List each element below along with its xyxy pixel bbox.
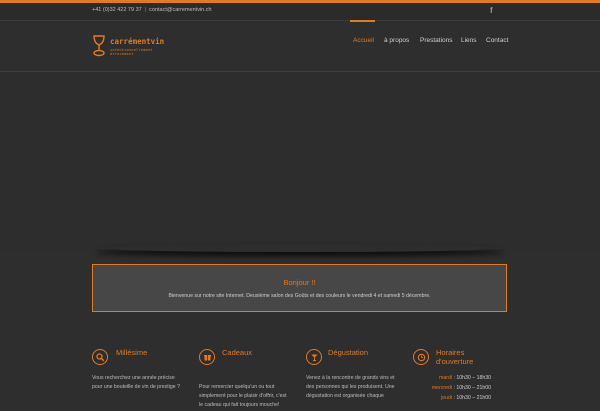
hero-shadow <box>95 244 505 252</box>
feature-text-line: pour une bouteille de vin de prestige ? <box>92 384 180 391</box>
hours-time: 10h30 – 18h30 <box>456 375 491 381</box>
feature-text-line: des personnes qui les produisent. Une <box>306 384 395 391</box>
contact-info: +41 (0)32 422 79 37 | contact@carrementvin… <box>92 7 212 13</box>
opening-hours: mardi : 10h30 – 18h30 mercredi : 10h30 –… <box>413 373 491 403</box>
header: carrémentvin intentionnellement Atroceme… <box>0 20 600 72</box>
hours-day: jeudi <box>441 395 453 401</box>
hero-area <box>0 72 600 250</box>
feature-text: Venez à la rencontre de grands vins et d… <box>306 374 411 402</box>
hours-day: mardi <box>439 375 453 381</box>
main-nav: Accueil à propos Prestations Liens Conta… <box>0 20 600 71</box>
email-link[interactable]: contact@carrementvin.ch <box>149 7 211 13</box>
feature-title: Horaires d'ouverture <box>436 348 473 366</box>
nav-item-contact[interactable]: Contact <box>486 37 508 44</box>
hours-row: mercredi : 10h30 – 21h00 <box>431 385 491 391</box>
feature-text-line: dégustation est organisée chaque <box>306 393 384 400</box>
hours-day: mercredi <box>431 385 453 391</box>
feature-title: Cadeaux <box>222 348 253 357</box>
feature-text-line: le cadeau qui fait toujours mouche! <box>199 402 280 409</box>
top-bar: +41 (0)32 422 79 37 | contact@carrementvin… <box>0 3 600 21</box>
facebook-icon[interactable]: f <box>490 6 493 15</box>
feature-title-line: Horaires <box>436 348 465 357</box>
feature-text-line: simplement pour le plaisir d'offrir, c'e… <box>199 393 287 400</box>
hours-row: mardi : 10h30 – 18h30 <box>439 375 491 381</box>
feature-text: Vous recherchez une année précise pour u… <box>92 374 197 392</box>
separator: | <box>144 7 147 13</box>
feature-text-line: Pour remercier quelqu'un ou tout <box>199 384 275 390</box>
feature-title-line: d'ouverture <box>436 357 474 366</box>
active-nav-indicator <box>350 20 375 22</box>
nav-item-prestations[interactable]: Prestations <box>420 37 453 44</box>
clock-icon <box>413 349 429 365</box>
feature-text-line: Vous recherchez une année précise <box>92 375 175 381</box>
feature-text: Pour remercier quelqu'un ou tout simplem… <box>199 383 304 411</box>
feature-title: Millésime <box>116 348 148 357</box>
welcome-title: Bonjour !! <box>283 278 316 287</box>
search-icon <box>92 349 108 365</box>
phone-number: +41 (0)32 422 79 37 <box>92 7 142 13</box>
nav-item-liens[interactable]: Liens <box>461 37 477 44</box>
gift-icon <box>199 349 215 365</box>
feature-title: Dégustation <box>328 348 369 357</box>
glass-icon <box>306 349 322 365</box>
nav-item-a-propos[interactable]: à propos <box>384 37 409 44</box>
welcome-box: Bonjour !! Bienvenue sur notre site Inte… <box>92 264 507 312</box>
hours-row: jeudi : 10h30 – 21h00 <box>441 395 491 401</box>
welcome-text: Bienvenue sur notre site Internet. Deuxi… <box>168 293 431 299</box>
feature-text-line: Venez à la rencontre de grands vins et <box>306 375 395 381</box>
hours-time: 10h30 – 21h00 <box>456 385 491 391</box>
nav-item-accueil[interactable]: Accueil <box>353 37 374 44</box>
hours-time: 10h30 – 21h00 <box>456 395 491 401</box>
